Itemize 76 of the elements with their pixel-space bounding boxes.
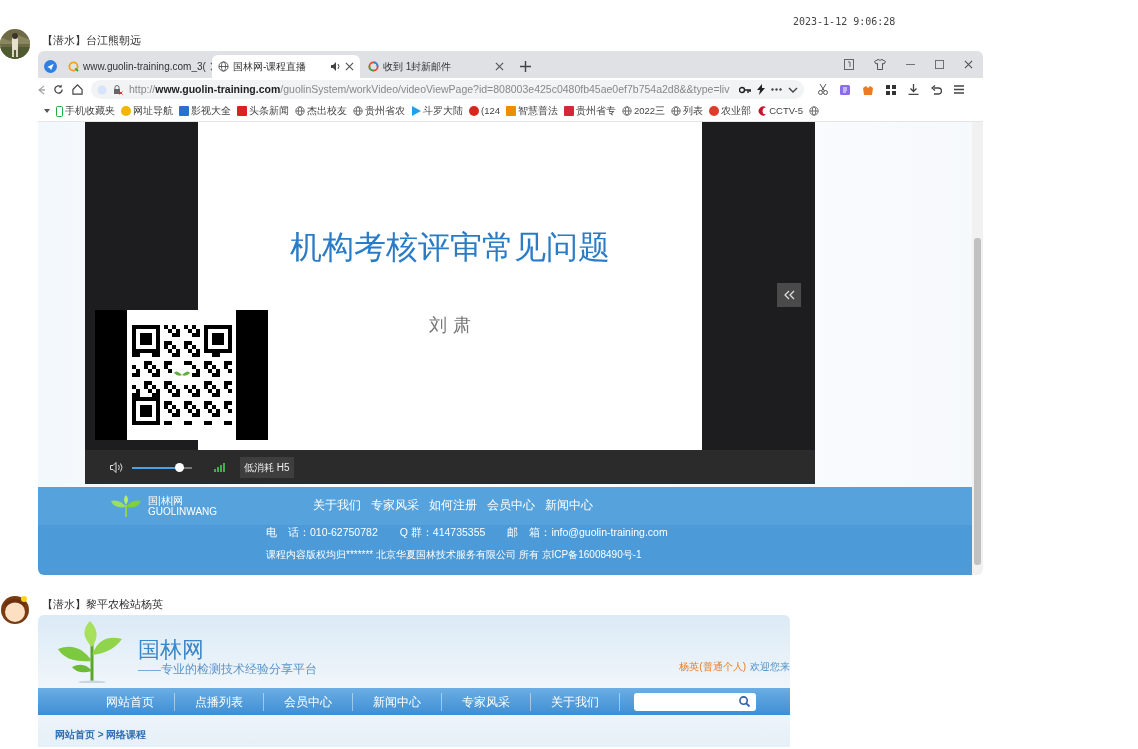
- globe-icon: [671, 106, 682, 116]
- volume-icon[interactable]: [110, 461, 124, 473]
- plus-icon[interactable]: [520, 61, 531, 72]
- globe-icon: [218, 61, 229, 72]
- sender-name: 【潜水】台江熊朝远: [41, 33, 142, 48]
- home-icon[interactable]: [72, 84, 83, 95]
- bookmark[interactable]: 杰出校友: [295, 103, 347, 119]
- contact-info: 邮 箱：info@guolin-training.com: [507, 525, 668, 540]
- chevron-down-icon[interactable]: [788, 86, 798, 93]
- note-icon[interactable]: [840, 84, 850, 95]
- collapse-button[interactable]: [777, 283, 801, 307]
- bookmark[interactable]: 手机收藏夹: [56, 103, 115, 119]
- close-icon[interactable]: [495, 62, 504, 71]
- scissors-icon[interactable]: [818, 84, 828, 95]
- globe-icon[interactable]: [808, 106, 819, 116]
- maximize-icon[interactable]: [935, 60, 944, 69]
- lightning-icon[interactable]: [757, 84, 765, 95]
- reload-icon[interactable]: [53, 84, 64, 95]
- timestamp: 2023-1-12 9:06:28: [793, 16, 896, 27]
- welcome-text: 欢迎您来: [750, 660, 790, 674]
- more-icon[interactable]: [771, 88, 782, 91]
- ring-icon: [68, 61, 79, 72]
- scrollbar-thumb[interactable]: [974, 238, 981, 565]
- globe-icon: [622, 106, 632, 116]
- slide-title: 机构考核评审常见问题: [290, 226, 610, 268]
- globe-icon: [295, 106, 305, 116]
- quality-button[interactable]: 低消耗 H5: [240, 456, 294, 478]
- download-icon[interactable]: [908, 84, 919, 95]
- undo-icon[interactable]: [931, 84, 942, 95]
- logo-name: 国|林|网: [148, 494, 185, 506]
- browser-tab[interactable]: 国林网-课程直播: [212, 55, 360, 78]
- speaker-icon[interactable]: [331, 62, 341, 71]
- site-subtitle: ——专业的检测技术经验分享平台: [138, 661, 317, 677]
- bookmark[interactable]: 影视大全: [179, 103, 231, 119]
- browser-tab[interactable]: www.guolin-training.com_3(: [62, 55, 210, 78]
- bookmark[interactable]: (124: [469, 103, 500, 119]
- logo-latin-name: GUOLINWANG: [148, 506, 218, 518]
- volume-thumb[interactable]: [174, 462, 184, 472]
- bookmark[interactable]: 智慧普法: [506, 103, 558, 119]
- bookmark[interactable]: 头条新闻: [237, 103, 289, 119]
- close-icon[interactable]: [345, 62, 354, 71]
- menu-icon[interactable]: [954, 85, 964, 94]
- copyright-text: 课程内容版权均归******* 北京华夏国林技术服务有限公司 所有 京ICP备16008490号-1: [265, 548, 643, 562]
- compass-icon[interactable]: [43, 60, 57, 73]
- lock-icon: [113, 84, 123, 95]
- sender-name: 【潜水】黎平农检站杨英: [41, 597, 164, 612]
- scrollbar[interactable]: [972, 122, 983, 575]
- search-field[interactable]: [634, 692, 756, 711]
- browser-tab[interactable]: 收到 1封新邮件: [362, 55, 510, 78]
- globe-icon: [353, 106, 363, 116]
- bookmark[interactable]: 农业部: [709, 103, 752, 119]
- bookmark[interactable]: 2022三: [622, 103, 666, 119]
- search-icon[interactable]: [739, 696, 750, 707]
- key-icon[interactable]: [739, 85, 751, 94]
- bookmark[interactable]: 列表: [671, 103, 704, 119]
- double-chevron-icon: [783, 290, 795, 300]
- site-title: 国林网: [138, 638, 205, 661]
- bookmark[interactable]: 网址导航: [121, 103, 173, 119]
- shirt-icon[interactable]: [874, 59, 886, 70]
- contact-info: 电 话：010-62750782: [266, 525, 378, 540]
- bookmark[interactable]: 贵州省农: [353, 103, 405, 119]
- bookmark[interactable]: 斗罗大陆: [411, 103, 463, 119]
- breadcrumb-text: 网站首页 > 网络课程: [54, 728, 148, 742]
- address-bar[interactable]: http://www.guolin-training.com/guolinSystem/workVideo/videoViewPage?id=808003e425c0480fb45ae0ef7b754a2d8&&type=liv: [91, 80, 804, 99]
- slide-author: 刘 肃: [429, 312, 471, 337]
- reader-icon[interactable]: [844, 59, 854, 70]
- caret-icon[interactable]: [44, 109, 50, 113]
- leaf-logo-icon: [110, 495, 142, 517]
- avatar: [0, 593, 30, 625]
- ring-icon: [368, 61, 379, 72]
- contact-info: Q 群：414735355: [399, 525, 486, 540]
- bookmark[interactable]: CCTV-5: [757, 103, 803, 119]
- signal-icon: [214, 462, 226, 472]
- grid-icon[interactable]: [886, 84, 896, 95]
- bookmark[interactable]: 贵州省专: [564, 103, 616, 119]
- close-icon[interactable]: [964, 60, 973, 69]
